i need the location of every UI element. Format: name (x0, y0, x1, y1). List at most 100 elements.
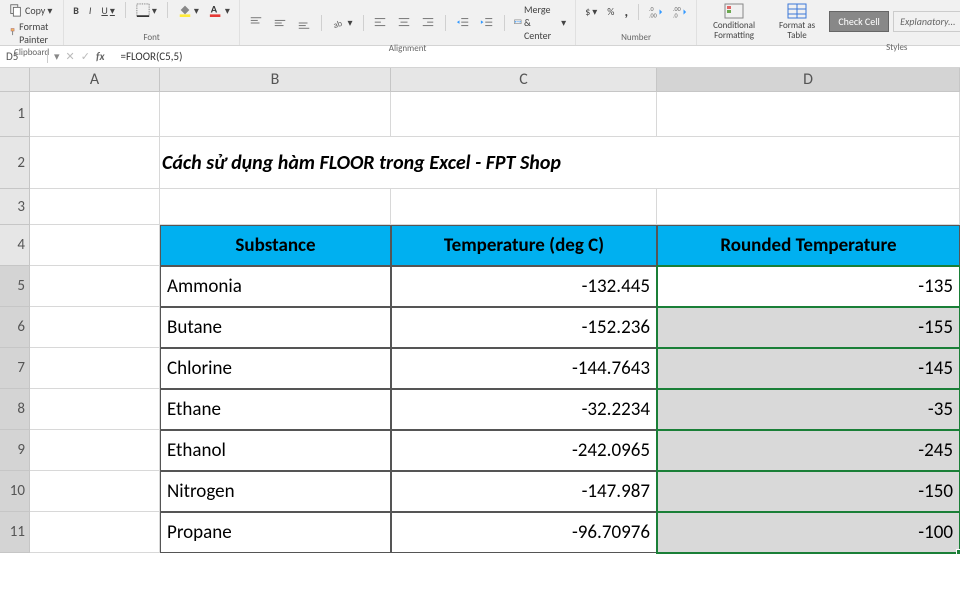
cell-a10[interactable] (30, 471, 160, 512)
fill-color-button[interactable]: ▾ (175, 2, 202, 18)
cell-b8[interactable]: Ethane (160, 389, 391, 430)
cell-a4[interactable] (30, 225, 160, 266)
cell-d9[interactable]: -245 (657, 430, 960, 471)
accounting-format-button[interactable]: $ ▾ (582, 4, 600, 19)
align-top-button[interactable] (246, 15, 266, 31)
conditional-formatting-button[interactable]: Conditional Formatting (703, 2, 765, 42)
ribbon-group-styles: Conditional Formatting Format as Table C… (697, 0, 960, 45)
cell-a11[interactable] (30, 512, 160, 553)
cell-a3[interactable] (30, 189, 160, 225)
row-header-11[interactable]: 11 (0, 512, 30, 553)
cell-d6[interactable]: -155 (657, 307, 960, 348)
cell-c6[interactable]: -152.236 (391, 307, 657, 348)
formula-input[interactable]: =FLOOR(C5,5) (115, 50, 960, 63)
row-header-7[interactable]: 7 (0, 348, 30, 389)
column-header-b[interactable]: B (160, 68, 391, 92)
cell-d7[interactable]: -145 (657, 348, 960, 389)
cancel-icon[interactable]: ✕ (66, 50, 75, 63)
row-header-4[interactable]: 4 (0, 225, 30, 266)
merge-center-button[interactable]: Merge & Center ▾ (511, 2, 569, 43)
header-substance[interactable]: Substance (160, 225, 391, 266)
cell-b9[interactable]: Ethanol (160, 430, 391, 471)
cell-c3[interactable] (391, 189, 657, 225)
cell-b1[interactable] (160, 92, 391, 137)
svg-text:A: A (211, 3, 218, 16)
style-check-cell[interactable]: Check Cell (829, 11, 889, 32)
dropdown-icon[interactable]: ▾ (54, 50, 60, 63)
spreadsheet-grid[interactable]: A B C D 1 2 Cách sử dụng hàm FLOOR trong… (0, 68, 960, 553)
row-header-9[interactable]: 9 (0, 430, 30, 471)
bold-button[interactable]: B (70, 3, 82, 18)
cell-a8[interactable] (30, 389, 160, 430)
border-button[interactable]: ▾ (133, 2, 160, 18)
cell-b3[interactable] (160, 189, 391, 225)
header-temperature[interactable]: Temperature (deg C) (391, 225, 657, 266)
cell-c11[interactable]: -96.70976 (391, 512, 657, 553)
font-color-button[interactable]: A▾ (206, 2, 233, 18)
format-painter-button[interactable]: Format Painter (6, 19, 57, 47)
fx-label[interactable]: fx (96, 50, 109, 63)
cell-b11[interactable]: Propane (160, 512, 391, 553)
select-all-corner[interactable] (0, 68, 30, 92)
cell-a6[interactable] (30, 307, 160, 348)
percent-format-button[interactable]: % (604, 4, 617, 19)
cell-c10[interactable]: -147.987 (391, 471, 657, 512)
merge-center-label: Merge & Center (524, 3, 559, 42)
fill-handle[interactable] (956, 549, 960, 555)
copy-icon (9, 3, 23, 17)
increase-decimal-button[interactable]: .0.00 (646, 4, 666, 20)
cell-c1[interactable] (391, 92, 657, 137)
cell-d5[interactable]: -135 (657, 266, 960, 307)
cell-d3[interactable] (657, 189, 960, 225)
cell-b7[interactable]: Chlorine (160, 348, 391, 389)
cell-a9[interactable] (30, 430, 160, 471)
row-header-3[interactable]: 3 (0, 189, 30, 225)
header-rounded[interactable]: Rounded Temperature (657, 225, 960, 266)
cell-d11[interactable]: -100 (657, 512, 960, 553)
cell-d10[interactable]: -150 (657, 471, 960, 512)
align-middle-button[interactable] (270, 15, 290, 31)
row-header-1[interactable]: 1 (0, 92, 30, 137)
name-box[interactable]: D5 (0, 50, 48, 63)
cell-b6[interactable]: Butane (160, 307, 391, 348)
row-header-8[interactable]: 8 (0, 389, 30, 430)
underline-button[interactable]: U ▾ (98, 3, 117, 18)
align-right-button[interactable] (418, 15, 438, 31)
align-bottom-button[interactable] (294, 15, 314, 31)
decrease-indent-button[interactable] (453, 15, 473, 31)
style-explanatory[interactable]: Explanatory... (893, 11, 960, 32)
align-center-button[interactable] (394, 15, 414, 31)
cell-b5[interactable]: Ammonia (160, 266, 391, 307)
italic-button[interactable]: I (86, 3, 95, 18)
cell-a2[interactable] (30, 137, 160, 189)
column-header-d[interactable]: D (657, 68, 960, 92)
cell-d8[interactable]: -35 (657, 389, 960, 430)
title-cell[interactable]: Cách sử dụng hàm FLOOR trong Excel - FPT… (160, 137, 960, 189)
column-header-a[interactable]: A (30, 68, 160, 92)
comma-format-button[interactable]: , (621, 2, 631, 21)
cell-a1[interactable] (30, 92, 160, 137)
increase-indent-button[interactable] (477, 15, 497, 31)
row-header-5[interactable]: 5 (0, 266, 30, 307)
copy-button[interactable]: Copy ▾ (6, 2, 57, 18)
cell-c5[interactable]: -132.445 (391, 266, 657, 307)
cell-c7[interactable]: -144.7643 (391, 348, 657, 389)
enter-icon[interactable]: ✓ (81, 50, 90, 63)
row-header-10[interactable]: 10 (0, 471, 30, 512)
cell-d1[interactable] (657, 92, 960, 137)
cell-c8[interactable]: -32.2234 (391, 389, 657, 430)
align-left-button[interactable] (370, 15, 390, 31)
row-header-2[interactable]: 2 (0, 137, 30, 189)
ribbon-group-number: $ ▾ % , .0.00 .00.0 Number (576, 0, 697, 45)
ribbon-group-font: B I U ▾ ▾ ▾ A▾ Font (64, 0, 240, 45)
cell-a5[interactable] (30, 266, 160, 307)
orientation-button[interactable]: ab▾ (329, 15, 356, 31)
column-header-c[interactable]: C (391, 68, 657, 92)
cell-c9[interactable]: -242.0965 (391, 430, 657, 471)
decrease-decimal-button[interactable]: .00.0 (670, 4, 690, 20)
cell-a7[interactable] (30, 348, 160, 389)
sheet-title: Cách sử dụng hàm FLOOR trong Excel - FPT… (162, 151, 561, 175)
row-header-6[interactable]: 6 (0, 307, 30, 348)
cell-b10[interactable]: Nitrogen (160, 471, 391, 512)
format-as-table-button[interactable]: Format as Table (769, 2, 825, 42)
